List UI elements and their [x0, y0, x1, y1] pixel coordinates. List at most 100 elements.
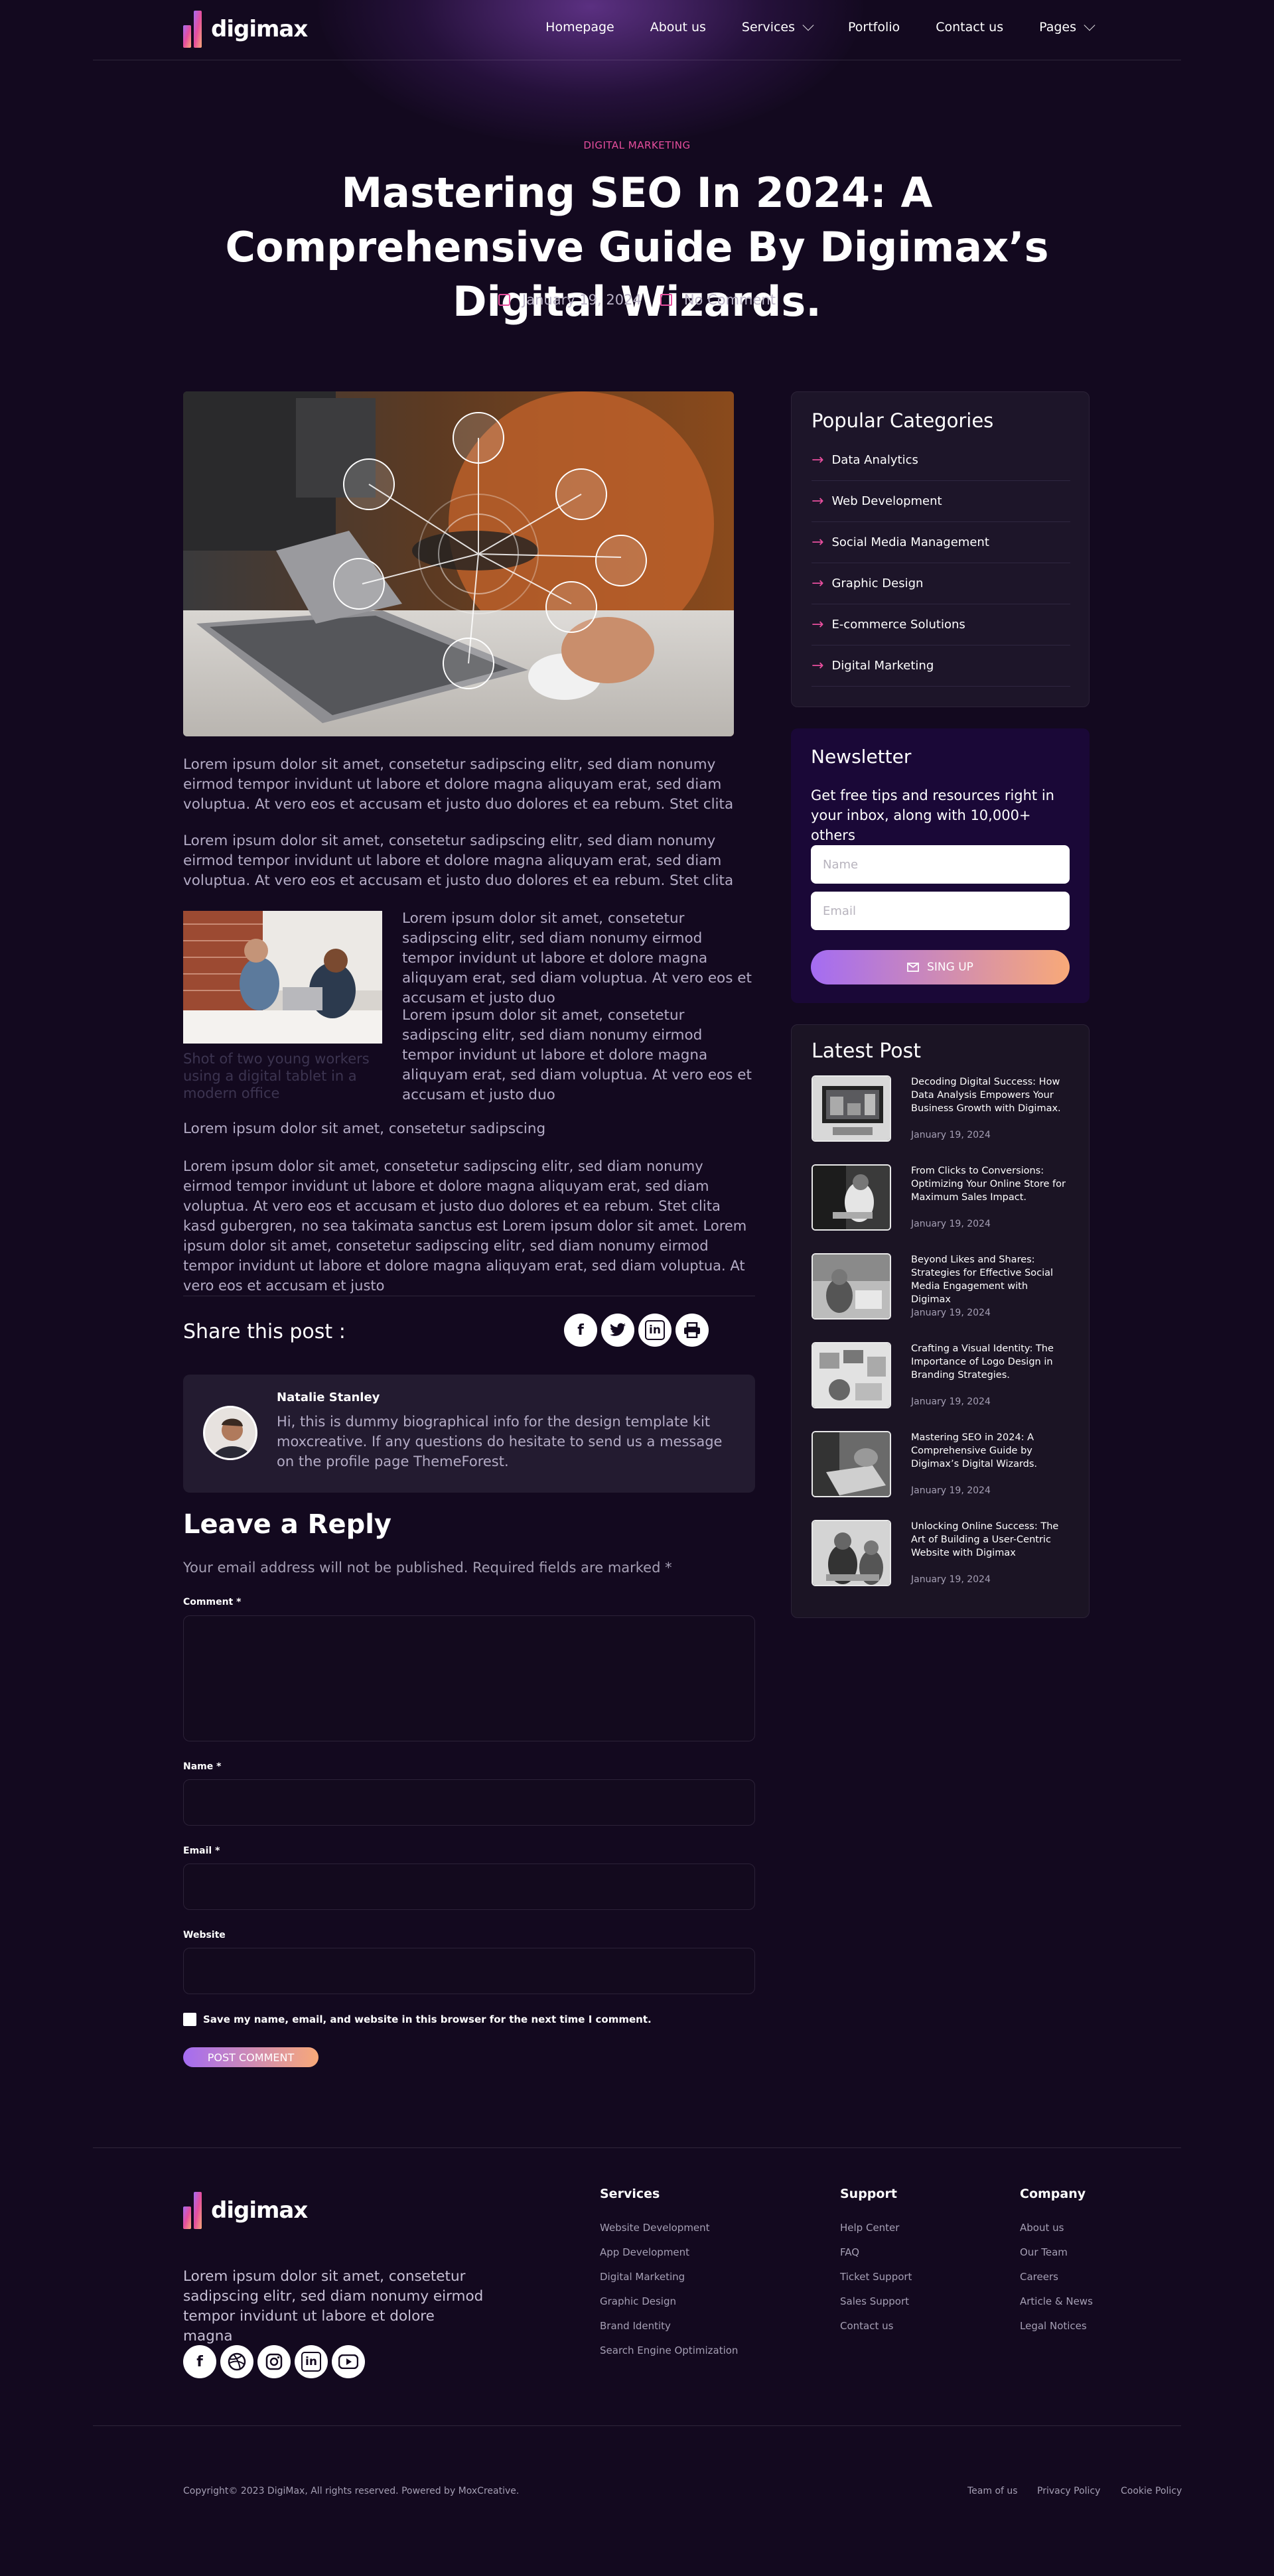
facebook-icon[interactable]: f [564, 1314, 597, 1347]
newsletter-email-input[interactable]: Email [811, 892, 1070, 930]
latest-post-item[interactable]: Beyond Likes and Shares: Strategies for … [812, 1253, 1077, 1326]
post-paragraph: Lorem ipsum dolor sit amet, consetetur s… [183, 756, 734, 813]
linkedin-icon[interactable]: in [638, 1314, 672, 1347]
footer-link[interactable]: App Development [600, 2246, 689, 2258]
category-item[interactable]: → Data Analytics [812, 440, 1070, 481]
save-checkbox[interactable] [183, 2013, 196, 2026]
top-navigation: digimax Homepage About us Services Portf… [183, 0, 1096, 60]
latest-post-date: January 19, 2024 [911, 1574, 991, 1585]
nav-portfolio[interactable]: Portfolio [848, 20, 900, 34]
footer-link[interactable]: Ticket Support [840, 2271, 912, 2283]
chevron-down-icon [802, 19, 814, 31]
facebook-icon[interactable]: f [183, 2345, 216, 2378]
category-label: E-commerce Solutions [831, 618, 965, 632]
post-category[interactable]: DIGITAL MARKETING [0, 139, 1274, 151]
latest-post-title: Unlocking Online Success: The Art of Bui… [911, 1521, 1059, 1558]
category-item[interactable]: → Web Development [812, 481, 1070, 522]
footer-link[interactable]: Graphic Design [600, 2295, 676, 2307]
share-label: Share this post : [183, 1320, 346, 1343]
nav-services[interactable]: Services [741, 19, 814, 34]
footer-link[interactable]: Digital Marketing [600, 2271, 685, 2283]
post-comments[interactable]: No Comment [660, 292, 776, 308]
footer-divider-bottom [93, 2425, 1181, 2426]
print-icon[interactable] [675, 1314, 709, 1347]
footer-link[interactable]: Contact us [840, 2320, 893, 2332]
category-item[interactable]: → Social Media Management [812, 522, 1070, 563]
website-field[interactable] [183, 1948, 755, 1994]
calendar-icon [498, 294, 511, 306]
logo-mark-icon [183, 2192, 202, 2229]
footer-bottom-link[interactable]: Cookie Policy [1121, 2486, 1182, 2496]
latest-title: Latest Post [812, 1040, 922, 1063]
footer-company-title: Company [1020, 2187, 1086, 2201]
arrow-right-icon: → [812, 493, 824, 509]
newsletter-text: Get free tips and resources right in you… [811, 787, 1054, 843]
category-item[interactable]: → Graphic Design [812, 563, 1070, 604]
footer-link[interactable]: Our Team [1020, 2246, 1068, 2258]
footer-link[interactable]: Careers [1020, 2271, 1058, 2283]
nav-label: Pages [1039, 20, 1076, 34]
category-item[interactable]: → E-commerce Solutions [812, 604, 1070, 645]
post-thumbnail [812, 1253, 891, 1320]
site-logo[interactable]: digimax [183, 8, 308, 50]
author-bio: Hi, this is dummy biographical info for … [277, 1414, 723, 1469]
footer-link[interactable]: Website Development [600, 2222, 710, 2234]
footer-bottom-link[interactable]: Team of us [967, 2486, 1018, 2496]
latest-post-item[interactable]: From Clicks to Conversions: Optimizing Y… [812, 1164, 1077, 1237]
email-label: Email * [183, 1846, 220, 1856]
newsletter-title: Newsletter [811, 746, 912, 768]
latest-post-item[interactable]: Mastering SEO in 2024: A Comprehensive G… [812, 1431, 1077, 1504]
comment-textarea[interactable] [183, 1615, 755, 1741]
footer-services-title: Services [600, 2187, 660, 2201]
office-image [183, 911, 382, 1044]
logo-mark-icon [183, 11, 202, 48]
linkedin-icon[interactable]: in [295, 2345, 328, 2378]
latest-post-item[interactable]: Decoding Digital Success: How Data Analy… [812, 1075, 1077, 1148]
footer-bottom-link[interactable]: Privacy Policy [1037, 2486, 1100, 2496]
latest-post-item[interactable]: Unlocking Online Success: The Art of Bui… [812, 1520, 1077, 1593]
nav-homepage[interactable]: Homepage [545, 20, 614, 34]
twitter-icon[interactable] [601, 1314, 634, 1347]
footer-link[interactable]: Sales Support [840, 2295, 909, 2307]
post-thumbnail [812, 1431, 891, 1497]
latest-post-title: Decoding Digital Success: How Data Analy… [911, 1077, 1061, 1114]
nav-label: Contact us [936, 20, 1004, 34]
nav-label: Services [741, 20, 796, 34]
latest-post-title: Crafting a Visual Identity: The Importan… [911, 1343, 1054, 1381]
footer-link[interactable]: Search Engine Optimization [600, 2344, 738, 2356]
reply-title: Leave a Reply [183, 1509, 392, 1540]
latest-post-title: Beyond Likes and Shares: Strategies for … [911, 1254, 1054, 1305]
instagram-icon[interactable] [257, 2345, 291, 2378]
footer-link[interactable]: About us [1020, 2222, 1064, 2234]
nav-pages[interactable]: Pages [1039, 19, 1096, 34]
name-label: Name * [183, 1761, 222, 1772]
author-name: Natalie Stanley [277, 1390, 380, 1404]
footer-link[interactable]: FAQ [840, 2246, 859, 2258]
footer-link[interactable]: Article & News [1020, 2295, 1093, 2307]
category-label: Social Media Management [831, 535, 989, 549]
latest-post-item[interactable]: Crafting a Visual Identity: The Importan… [812, 1342, 1077, 1415]
post-paragraph: Lorem ipsum dolor sit amet, consetetur s… [402, 910, 752, 1006]
latest-post-title: Mastering SEO in 2024: A Comprehensive G… [911, 1432, 1038, 1469]
category-label: Data Analytics [831, 453, 918, 467]
newsletter-name-input[interactable]: Name [811, 845, 1070, 884]
footer-link[interactable]: Help Center [840, 2222, 899, 2234]
post-paragraph: Lorem ipsum dolor sit amet, consetetur s… [183, 833, 734, 889]
website-label: Website [183, 1930, 226, 1940]
arrow-right-icon: → [812, 575, 824, 592]
footer-link[interactable]: Legal Notices [1020, 2320, 1087, 2332]
signup-button[interactable]: SING UP [811, 950, 1070, 984]
save-checkbox-label: Save my name, email, and website in this… [203, 2013, 652, 2025]
name-field[interactable] [183, 1779, 755, 1826]
footer-logo[interactable]: digimax [183, 2189, 308, 2232]
youtube-icon[interactable] [332, 2345, 365, 2378]
post-comment-button[interactable]: POST COMMENT [183, 2047, 318, 2067]
email-field[interactable] [183, 1864, 755, 1910]
arrow-right-icon: → [812, 534, 824, 551]
footer-link[interactable]: Brand Identity [600, 2320, 671, 2332]
nav-about-us[interactable]: About us [650, 20, 706, 34]
category-item[interactable]: → Digital Marketing [812, 645, 1070, 687]
main-menu: Homepage About us Services Portfolio Con… [545, 19, 1096, 34]
nav-contact-us[interactable]: Contact us [936, 20, 1003, 34]
dribbble-icon[interactable] [220, 2345, 253, 2378]
